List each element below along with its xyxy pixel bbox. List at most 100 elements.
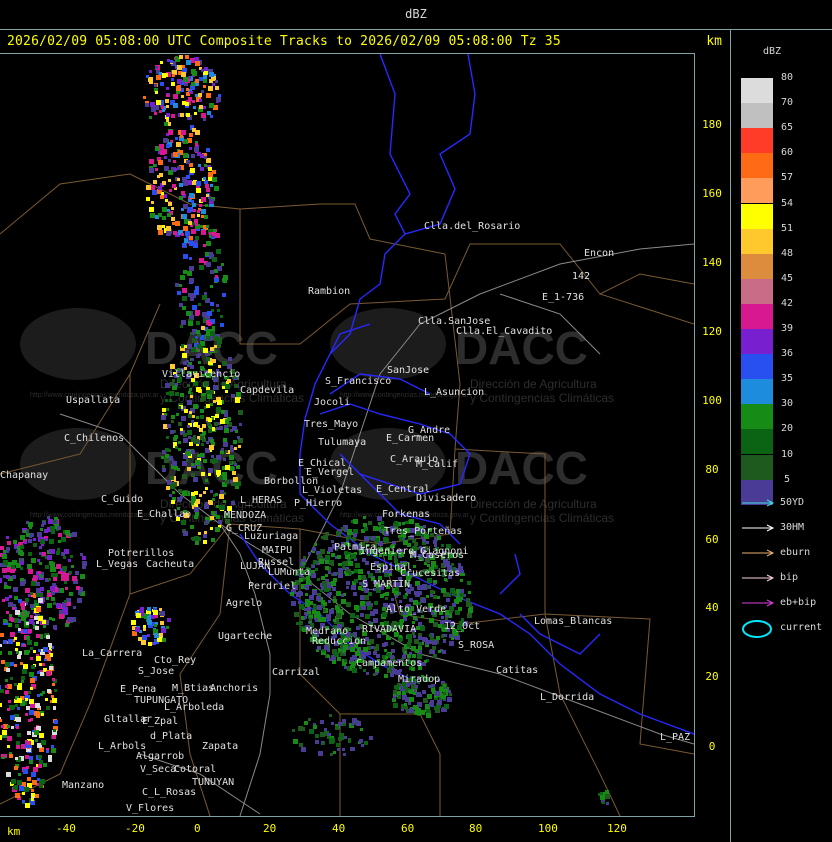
echo-pixel [307,607,311,611]
echo-pixel [29,672,34,677]
echo-pixel [157,225,162,230]
echo-pixel [448,690,451,693]
echo-pixel [195,143,198,146]
echo-pixel [25,713,28,716]
radar-map-canvas[interactable]: DACCDirección de Agriculturay Contingenc… [0,54,694,816]
echo-pixel [40,636,43,639]
place-label: Villavicencio [162,369,240,380]
place-label: S_MARTIN [362,579,410,590]
place-label: Tres_Porteñas [384,526,462,537]
echo-pixel [341,599,346,604]
echo-pixel [366,672,369,675]
echo-pixel [201,113,206,118]
echo-pixel [393,696,396,699]
echo-pixel [399,669,402,672]
echo-pixel [304,608,307,611]
echo-pixel [205,252,209,256]
echo-pixel [213,385,218,390]
echo-pixel [348,740,351,743]
place-label: Chapanay [0,470,48,481]
y-tick-label: 140 [702,256,722,269]
echo-pixel [173,103,178,108]
echo-pixel [605,794,610,799]
echo-pixel [36,593,40,597]
echo-pixel [51,573,55,577]
echo-pixel [212,257,217,262]
echo-pixel [328,571,331,574]
echo-pixel [38,571,41,574]
echo-pixel [170,60,173,63]
echo-pixel [189,266,194,271]
echo-pixel [209,445,214,450]
echo-pixel [170,476,174,480]
echo-pixel [191,82,195,86]
echo-pixel [428,640,432,644]
echo-pixel [18,773,21,776]
echo-pixel [188,199,191,202]
echo-pixel [344,659,347,662]
echo-pixel [187,344,192,349]
echo-pixel [221,263,224,266]
echo-pixel [64,600,67,603]
echo-pixel [6,772,11,777]
echo-pixel [346,602,351,607]
legend-level-label: 48 [780,247,794,259]
echo-pixel [48,519,53,524]
x-tick-label: -40 [56,822,76,835]
echo-pixel [212,359,216,363]
echo-pixel [230,429,233,432]
echo-pixel [337,748,340,751]
echo-pixel [28,539,32,543]
echo-pixel [154,112,157,115]
echo-pixel [324,728,327,731]
echo-pixel [17,780,22,785]
echo-pixel [165,454,169,458]
echo-pixel [171,415,175,419]
echo-pixel [41,713,44,716]
echo-pixel [14,766,18,770]
place-label: L_Dorrida [540,692,594,703]
echo-pixel [461,570,464,573]
echo-pixel [353,519,358,524]
echo-pixel [183,204,188,209]
echo-pixel [37,532,42,537]
echo-pixel [206,194,209,197]
echo-pixel [458,563,461,566]
echo-pixel [432,563,436,567]
echo-pixel [75,571,79,575]
echo-pixel [210,270,214,274]
echo-pixel [358,569,363,574]
echo-pixel [30,647,33,650]
y-tick-label: 40 [705,601,719,614]
echo-pixel [177,65,182,70]
echo-pixel [223,458,226,461]
echo-pixel [18,599,22,603]
echo-pixel [204,164,207,167]
place-label: Divisadero [416,493,476,504]
echo-pixel [1,725,4,728]
echo-pixel [213,336,216,339]
echo-pixel [171,500,175,504]
echo-pixel [53,577,57,581]
echo-pixel [194,219,198,223]
radar-map[interactable]: DACCDirección de Agriculturay Contingenc… [0,53,695,817]
echo-pixel [299,604,304,609]
echo-pixel [172,184,176,188]
place-label: M_Btias [172,683,214,694]
echo-pixel [175,221,180,226]
echo-pixel [10,715,15,720]
echo-pixel [203,348,208,353]
echo-pixel [319,559,324,564]
echo-pixel [9,754,13,758]
echo-pixel [337,556,340,559]
echo-pixel [48,643,52,647]
echo-pixel [184,180,187,183]
echo-pixel [167,424,171,428]
echo-pixel [5,597,9,601]
echo-pixel [205,184,209,188]
echo-pixel [58,533,62,537]
echo-pixel [433,654,437,658]
echo-pixel [188,414,192,418]
echo-pixel [28,569,33,574]
echo-pixel [444,634,447,637]
